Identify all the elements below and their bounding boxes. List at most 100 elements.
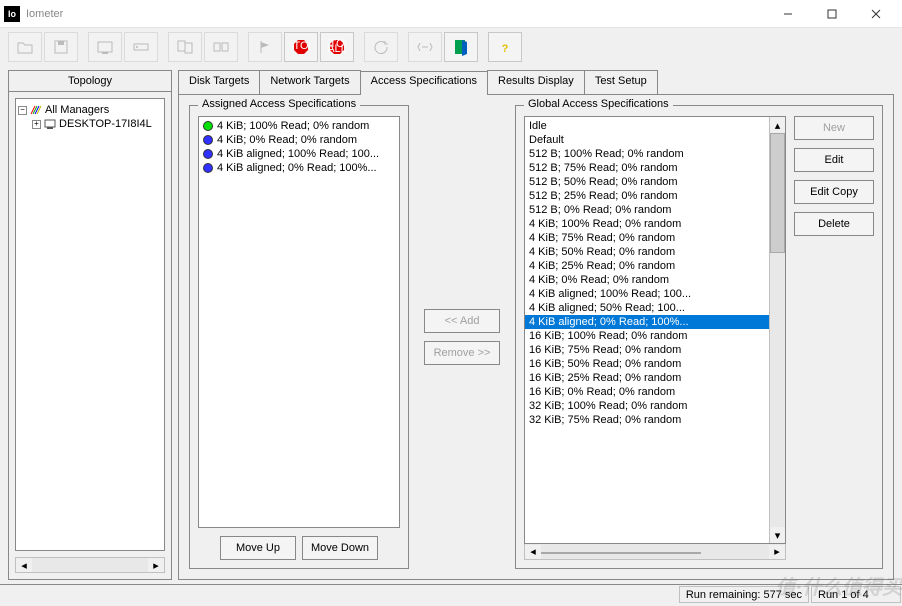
titlebar: Io Iometer (0, 0, 902, 28)
list-item[interactable]: 4 KiB; 75% Read; 0% random (525, 231, 769, 245)
svg-text:ALL: ALL (328, 43, 346, 55)
list-item[interactable]: 512 B; 75% Read; 0% random (525, 161, 769, 175)
scroll-down-icon[interactable]: ▾ (770, 527, 785, 543)
tab-results-display[interactable]: Results Display (487, 70, 585, 94)
main-panel: Disk TargetsNetwork TargetsAccess Specif… (178, 70, 894, 580)
help-icon[interactable]: ? (488, 32, 522, 62)
tree-root-label: All Managers (45, 104, 109, 116)
tree-child-label: DESKTOP-17I8I4L (59, 118, 152, 130)
list-item[interactable]: 4 KiB aligned; 0% Read; 100%... (199, 161, 399, 175)
edit-button[interactable]: Edit (794, 148, 874, 172)
led-icon (203, 135, 213, 145)
tab-network-targets[interactable]: Network Targets (259, 70, 360, 94)
topology-tree[interactable]: − All Managers + DESKTOP-17I8I4L (15, 98, 165, 551)
scroll-left-icon[interactable]: ◂ (16, 558, 32, 572)
global-legend: Global Access Specifications (524, 98, 673, 110)
list-item[interactable]: 512 B; 50% Read; 0% random (525, 175, 769, 189)
window-title: Iometer (26, 8, 766, 20)
duplicate-all-icon[interactable] (204, 32, 238, 62)
topology-hscroll[interactable]: ◂ ▸ (15, 557, 165, 573)
minimize-button[interactable] (766, 0, 810, 28)
global-fieldset: Global Access Specifications IdleDefault… (515, 105, 883, 569)
scroll-left-icon[interactable]: ◂ (525, 545, 541, 559)
tree-child[interactable]: + DESKTOP-17I8I4L (18, 117, 162, 131)
managers-icon (29, 104, 43, 116)
global-listbox[interactable]: IdleDefault512 B; 100% Read; 0% random51… (525, 117, 769, 543)
new-button[interactable]: New (794, 116, 874, 140)
maximize-button[interactable] (810, 0, 854, 28)
open-icon[interactable] (8, 32, 42, 62)
assigned-listbox[interactable]: 4 KiB; 100% Read; 0% random4 KiB; 0% Rea… (198, 116, 400, 528)
stop-icon[interactable]: STOP (284, 32, 318, 62)
duplicate-icon[interactable] (168, 32, 202, 62)
led-icon (203, 149, 213, 159)
list-item[interactable]: 16 KiB; 75% Read; 0% random (525, 343, 769, 357)
app-icon: Io (4, 6, 20, 22)
computer-icon (43, 118, 57, 130)
scroll-right-icon[interactable]: ▸ (769, 545, 785, 559)
move-icon[interactable] (408, 32, 442, 62)
list-item[interactable]: 4 KiB; 50% Read; 0% random (525, 245, 769, 259)
exit-icon[interactable] (444, 32, 478, 62)
scroll-right-icon[interactable]: ▸ (148, 558, 164, 572)
list-item[interactable]: 512 B; 0% Read; 0% random (525, 203, 769, 217)
status-run: Run 1 of 4 (811, 586, 901, 603)
list-item-label: 4 KiB; 100% Read; 0% random (217, 120, 369, 132)
svg-text:?: ? (502, 43, 509, 55)
list-item[interactable]: 4 KiB aligned; 100% Read; 100... (525, 287, 769, 301)
list-item[interactable]: 16 KiB; 25% Read; 0% random (525, 371, 769, 385)
scroll-up-icon[interactable]: ▴ (770, 117, 785, 133)
statusbar: Run remaining: 577 sec Run 1 of 4 (0, 584, 902, 604)
stop-all-icon[interactable]: STOPALL (320, 32, 354, 62)
assigned-fieldset: Assigned Access Specifications 4 KiB; 10… (189, 105, 409, 569)
tree-root[interactable]: − All Managers (18, 103, 162, 117)
close-button[interactable] (854, 0, 898, 28)
status-remaining: Run remaining: 577 sec (679, 586, 809, 603)
list-item[interactable]: 32 KiB; 75% Read; 0% random (525, 413, 769, 427)
list-item[interactable]: 4 KiB aligned; 100% Read; 100... (199, 147, 399, 161)
move-up-button[interactable]: Move Up (220, 536, 296, 560)
list-item[interactable]: 4 KiB; 0% Read; 0% random (525, 273, 769, 287)
global-hscroll[interactable]: ◂ ▸ (524, 544, 786, 560)
list-item[interactable]: 4 KiB aligned; 0% Read; 100%... (525, 315, 769, 329)
list-item[interactable]: 4 KiB; 0% Read; 0% random (199, 133, 399, 147)
move-down-button[interactable]: Move Down (302, 536, 378, 560)
list-item[interactable]: 512 B; 25% Read; 0% random (525, 189, 769, 203)
list-item[interactable]: 16 KiB; 0% Read; 0% random (525, 385, 769, 399)
led-icon (203, 163, 213, 173)
list-item-label: 4 KiB aligned; 100% Read; 100... (217, 148, 379, 160)
expand-icon[interactable]: + (32, 120, 41, 129)
global-vscroll[interactable]: ▴ ▾ (769, 117, 785, 543)
tab-access-specifications[interactable]: Access Specifications (360, 71, 488, 95)
start-flag-icon[interactable] (248, 32, 282, 62)
topology-header: Topology (9, 71, 171, 92)
edit-copy-button[interactable]: Edit Copy (794, 180, 874, 204)
tab-test-setup[interactable]: Test Setup (584, 70, 658, 94)
toolbar: STOP STOPALL ? (0, 28, 902, 66)
list-item-label: 4 KiB aligned; 0% Read; 100%... (217, 162, 377, 174)
tab-disk-targets[interactable]: Disk Targets (178, 70, 260, 94)
assigned-legend: Assigned Access Specifications (198, 98, 360, 110)
remove-button[interactable]: Remove >> (424, 341, 500, 365)
add-button[interactable]: << Add (424, 309, 500, 333)
scroll-thumb[interactable] (770, 133, 785, 253)
reset-icon[interactable] (364, 32, 398, 62)
list-item[interactable]: 16 KiB; 100% Read; 0% random (525, 329, 769, 343)
disk-manager-icon[interactable] (88, 32, 122, 62)
tab-body: Assigned Access Specifications 4 KiB; 10… (178, 94, 894, 580)
list-item[interactable]: 32 KiB; 100% Read; 0% random (525, 399, 769, 413)
list-item[interactable]: 512 B; 100% Read; 0% random (525, 147, 769, 161)
save-icon[interactable] (44, 32, 78, 62)
delete-button[interactable]: Delete (794, 212, 874, 236)
list-item[interactable]: 4 KiB; 100% Read; 0% random (525, 217, 769, 231)
list-item[interactable]: 4 KiB aligned; 50% Read; 100... (525, 301, 769, 315)
network-manager-icon[interactable] (124, 32, 158, 62)
list-item[interactable]: 16 KiB; 50% Read; 0% random (525, 357, 769, 371)
list-item[interactable]: Default (525, 133, 769, 147)
led-icon (203, 121, 213, 131)
list-item[interactable]: Idle (525, 119, 769, 133)
list-item[interactable]: 4 KiB; 25% Read; 0% random (525, 259, 769, 273)
list-item[interactable]: 4 KiB; 100% Read; 0% random (199, 119, 399, 133)
hscroll-thumb[interactable] (541, 552, 701, 554)
collapse-icon[interactable]: − (18, 106, 27, 115)
